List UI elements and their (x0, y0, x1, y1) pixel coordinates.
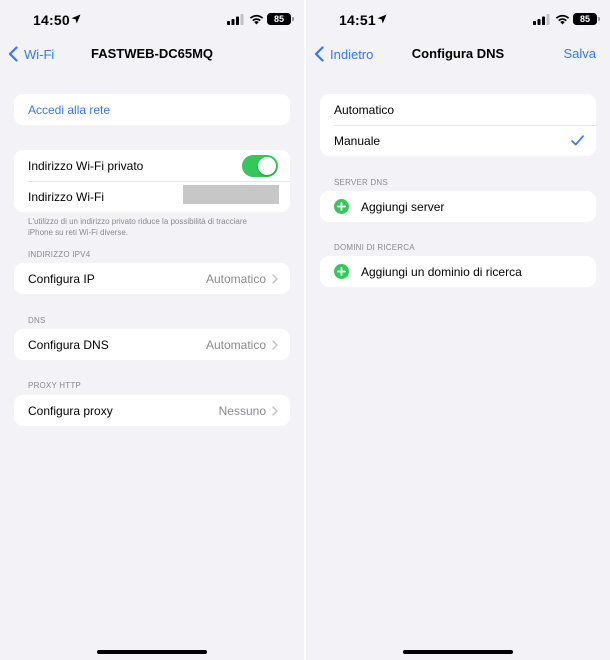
dns-mode-option-manual[interactable]: Manuale (320, 125, 596, 156)
toggle-knob (258, 156, 276, 175)
private-address-label: Indirizzo Wi-Fi privato (28, 158, 144, 173)
navigation-bar: Indietro Configura DNS Salva (306, 40, 610, 68)
home-indicator[interactable] (97, 650, 207, 654)
battery-icon: 85 (267, 13, 291, 25)
add-search-domain-label: Aggiungi un dominio di ricerca (361, 264, 522, 279)
battery-icon: 85 (573, 13, 597, 25)
configure-proxy-label: Configura proxy (28, 403, 113, 418)
add-circle-icon (334, 199, 349, 214)
wifi-icon (249, 14, 264, 25)
configure-dns-value: Automatico (205, 337, 266, 352)
configure-dns-screen: 14:51 85 Indietro Configura DNS Salva Au… (306, 0, 610, 660)
proxy-group: Configura proxy Nessuno (14, 395, 290, 426)
ipv4-group: Configura IP Automatico (14, 263, 290, 294)
wifi-network-details-screen: 14:50 85 Wi-Fi FASTWEB-DC65MQ Accedi all… (0, 0, 304, 660)
wifi-icon (555, 14, 570, 25)
private-address-toggle[interactable] (242, 154, 278, 177)
search-domains-group: Aggiungi un dominio di ricerca (320, 256, 596, 287)
ipv4-section-header: INDIRIZZO IPV4 (28, 250, 91, 259)
status-time: 14:50 (33, 12, 70, 28)
status-bar: 14:50 85 (0, 0, 304, 40)
battery-tip (292, 17, 294, 21)
configure-proxy-value: Nessuno (218, 403, 266, 418)
add-server-button[interactable]: Aggiungi server (320, 191, 596, 222)
configure-proxy-row[interactable]: Configura proxy Nessuno (14, 395, 290, 426)
search-domains-section-header: DOMINI DI RICERCA (334, 243, 415, 252)
dns-mode-option-label: Manuale (334, 133, 381, 148)
add-circle-icon (334, 264, 349, 279)
battery-tip (598, 17, 600, 21)
dns-servers-group: Aggiungi server (320, 191, 596, 222)
add-server-label: Aggiungi server (361, 199, 445, 214)
cellular-signal-icon (533, 14, 550, 25)
login-group: Accedi alla rete (14, 94, 290, 125)
chevron-right-icon (272, 339, 278, 350)
chevron-right-icon (272, 273, 278, 284)
home-indicator[interactable] (403, 650, 513, 654)
status-time: 14:51 (339, 12, 376, 28)
status-bar: 14:51 85 (306, 0, 610, 40)
navigation-bar: Wi-Fi FASTWEB-DC65MQ (0, 40, 304, 68)
login-to-network-label: Accedi alla rete (28, 102, 111, 117)
location-arrow-icon (71, 14, 81, 24)
cellular-signal-icon (227, 14, 244, 25)
wifi-address-row: Indirizzo Wi-Fi (14, 181, 290, 212)
add-search-domain-button[interactable]: Aggiungi un dominio di ricerca (320, 256, 596, 287)
configure-ip-value: Automatico (205, 271, 266, 286)
private-address-row: Indirizzo Wi-Fi privato (14, 150, 290, 181)
checkmark-icon (571, 135, 584, 146)
login-to-network-button[interactable]: Accedi alla rete (14, 94, 290, 125)
dns-section-header: DNS (28, 316, 46, 325)
page-title: FASTWEB-DC65MQ (90, 46, 214, 61)
dns-servers-section-header: SERVER DNS (334, 178, 388, 187)
configure-dns-row[interactable]: Configura DNS Automatico (14, 329, 290, 360)
dns-mode-group: Automatico Manuale (320, 94, 596, 156)
location-arrow-icon (377, 14, 387, 24)
save-button[interactable]: Salva (563, 46, 596, 61)
private-address-group: Indirizzo Wi-Fi privato Indirizzo Wi-Fi (14, 150, 290, 212)
dns-mode-option-automatic[interactable]: Automatico (320, 94, 596, 125)
redacted-address-value (183, 185, 279, 204)
dns-group: Configura DNS Automatico (14, 329, 290, 360)
configure-dns-label: Configura DNS (28, 337, 109, 352)
configure-ip-label: Configura IP (28, 271, 95, 286)
proxy-section-header: PROXY HTTP (28, 381, 81, 390)
chevron-right-icon (272, 405, 278, 416)
private-address-footnote: L'utilizzo di un indirizzo privato riduc… (28, 217, 247, 237)
dns-mode-option-label: Automatico (334, 102, 395, 117)
configure-ip-row[interactable]: Configura IP Automatico (14, 263, 290, 294)
